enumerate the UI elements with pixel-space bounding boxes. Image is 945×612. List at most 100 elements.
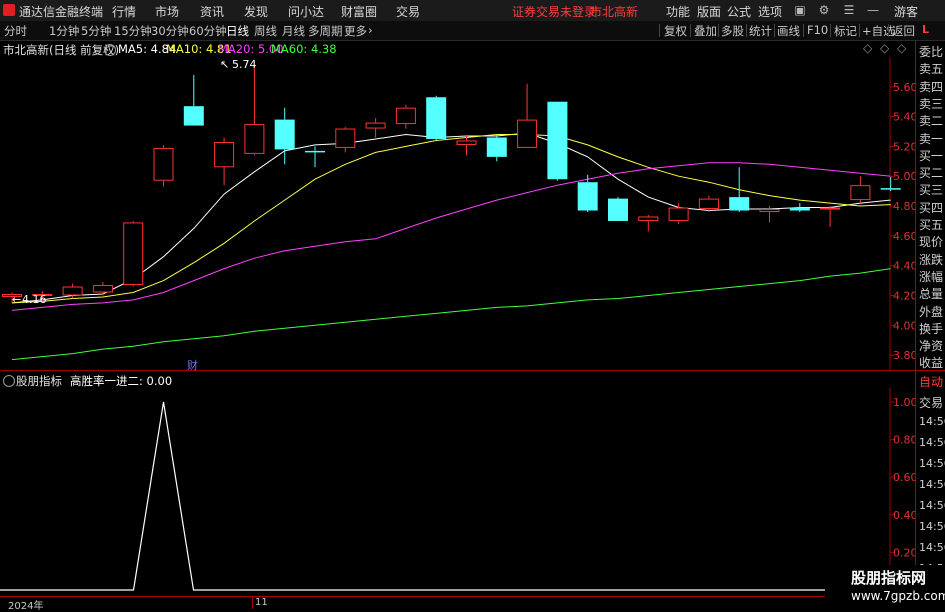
back-button[interactable]: 返回	[892, 23, 915, 39]
candle-body-down	[426, 97, 447, 139]
candle[interactable]	[183, 74, 204, 126]
period-tab-30min[interactable]: 30分钟	[151, 23, 189, 39]
trade-detail-label: 交易	[919, 396, 944, 410]
candle[interactable]	[123, 220, 144, 287]
candle-body-up	[335, 128, 356, 148]
app-logo-icon	[3, 4, 15, 16]
adjust-button[interactable]: 复权	[664, 23, 687, 39]
candle[interactable]	[850, 176, 871, 204]
expand-diamond-icon[interactable]: ◇	[880, 41, 889, 55]
minimize-icon[interactable]: —	[866, 3, 880, 17]
quote-field-label: 买五	[919, 218, 944, 232]
menu-quotes[interactable]: 行情	[112, 3, 136, 20]
period-tab-more[interactable]: 更多	[344, 23, 367, 39]
quote-field-label: 收益	[919, 356, 944, 371]
candle[interactable]	[395, 104, 416, 129]
candle[interactable]	[608, 197, 628, 221]
fullscreen-diamond-icon[interactable]: ◇	[897, 41, 906, 55]
y-tick-label: 5.40	[893, 111, 915, 124]
candle[interactable]	[517, 83, 538, 148]
menu-wealth[interactable]: 财富圈	[341, 3, 377, 20]
f10-button[interactable]: F10	[807, 23, 828, 37]
candle[interactable]	[92, 282, 113, 296]
indicator-chart[interactable]: 1.00 0.80 0.60 0.40 0.20	[0, 388, 915, 596]
chart-info-line: 市北高新(日线 前复权) MA5: 4.84 MA10: 4.81 MA20: …	[0, 41, 915, 57]
candle-body-up	[517, 119, 538, 148]
quote-field-label: 卖四	[919, 79, 944, 94]
ma-line-ma60	[11, 268, 891, 361]
candle-body-up	[365, 122, 386, 129]
collapse-diamond-icon[interactable]: ◇	[863, 41, 872, 55]
period-tab-15min[interactable]: 15分钟	[114, 23, 152, 39]
candle[interactable]	[426, 95, 447, 141]
indicator-y-tick-label: 0.20	[893, 546, 915, 559]
candle-body-up	[62, 286, 83, 296]
y-tick-label: 5.20	[893, 140, 915, 153]
skin-icon[interactable]: ▣	[793, 3, 807, 17]
candle-body-down	[183, 106, 204, 126]
menu-market[interactable]: 市场	[155, 3, 179, 20]
period-tab-intraday[interactable]: 分时	[4, 23, 27, 39]
title-bar: 通达信金融终端 行情 市场 资讯 发现 问小达 财富圈 交易 证券交易未登录 市…	[0, 0, 945, 22]
candle[interactable]	[547, 101, 568, 181]
menu-functions[interactable]: 功能	[666, 3, 690, 20]
pane-divider	[0, 370, 915, 371]
period-tab-daily[interactable]: 日线	[226, 23, 249, 39]
indicator-name[interactable]: 股朋指标	[16, 373, 62, 389]
indicator-settings-icon[interactable]	[3, 375, 15, 387]
menu-layout[interactable]: 版面	[697, 3, 721, 20]
candle[interactable]	[244, 65, 265, 156]
finance-marker[interactable]: 财	[187, 358, 198, 370]
period-tab-60min[interactable]: 60分钟	[189, 23, 227, 39]
user-guest[interactable]: 游客	[894, 3, 918, 20]
candle[interactable]	[820, 206, 841, 227]
quote-field-label: 外盘	[919, 304, 944, 319]
chart-settings-icon[interactable]	[104, 44, 116, 56]
candle[interactable]	[668, 203, 689, 224]
candle[interactable]	[305, 146, 325, 168]
period-tab-5min[interactable]: 5分钟	[81, 23, 111, 39]
app-name: 通达信金融终端	[19, 5, 104, 19]
quote-field-label: 买三	[919, 183, 944, 198]
period-tab-1min[interactable]: 1分钟	[49, 23, 79, 39]
candle[interactable]	[486, 134, 507, 162]
candlestick-chart[interactable]: 3.80 4.00 4.20 4.40 4.60 4.80 5.00 5.20 5.40 5.60…	[0, 57, 915, 370]
trade-detail-label[interactable]: 自动	[919, 373, 943, 390]
draw-line-button[interactable]: 画线	[777, 23, 800, 39]
menu-icon[interactable]: ☰	[842, 3, 856, 17]
candle[interactable]	[729, 167, 750, 213]
menu-ask[interactable]: 问小达	[288, 3, 324, 20]
overlay-button[interactable]: 叠加	[694, 23, 717, 39]
period-tab-weekly[interactable]: 周线	[254, 23, 277, 39]
chevron-right-icon[interactable]: ›	[368, 23, 373, 37]
settings-icon[interactable]: ⚙	[817, 3, 831, 17]
mark-button[interactable]: 标记	[834, 23, 857, 39]
menu-news[interactable]: 资讯	[200, 3, 224, 20]
candle[interactable]	[214, 137, 235, 186]
menu-options[interactable]: 选项	[758, 3, 782, 20]
multi-stock-button[interactable]: 多股	[721, 23, 744, 39]
candle[interactable]	[335, 127, 356, 153]
candle-body-down	[880, 188, 901, 190]
panel-badge[interactable]: L	[922, 23, 929, 36]
quote-field-label: 买四	[919, 200, 944, 215]
ma60-label: MA60: 4.38	[271, 42, 337, 56]
candle[interactable]	[456, 135, 477, 156]
menu-discover[interactable]: 发现	[244, 3, 268, 20]
candle[interactable]	[365, 118, 386, 138]
indicator-formula-value: 高胜率一进二: 0.00	[70, 374, 173, 388]
menu-trade[interactable]: 交易	[396, 3, 420, 20]
period-tab-monthly[interactable]: 月线	[282, 23, 305, 39]
candle-body-up	[395, 107, 416, 125]
low-arrow-icon: ←	[12, 293, 21, 306]
quote-field-label: 现价	[919, 235, 944, 250]
indicator-y-tick-label: 0.40	[893, 509, 915, 522]
candle-body-up	[850, 185, 871, 201]
stats-button[interactable]: 统计	[749, 23, 772, 39]
period-tab-multi[interactable]: 多周期	[308, 23, 343, 39]
candle[interactable]	[638, 214, 659, 232]
add-watchlist-button[interactable]: +自选	[862, 23, 895, 39]
menu-formula[interactable]: 公式	[727, 3, 751, 20]
login-warning[interactable]: 证券交易未登录	[512, 3, 596, 20]
candle[interactable]	[153, 144, 174, 187]
